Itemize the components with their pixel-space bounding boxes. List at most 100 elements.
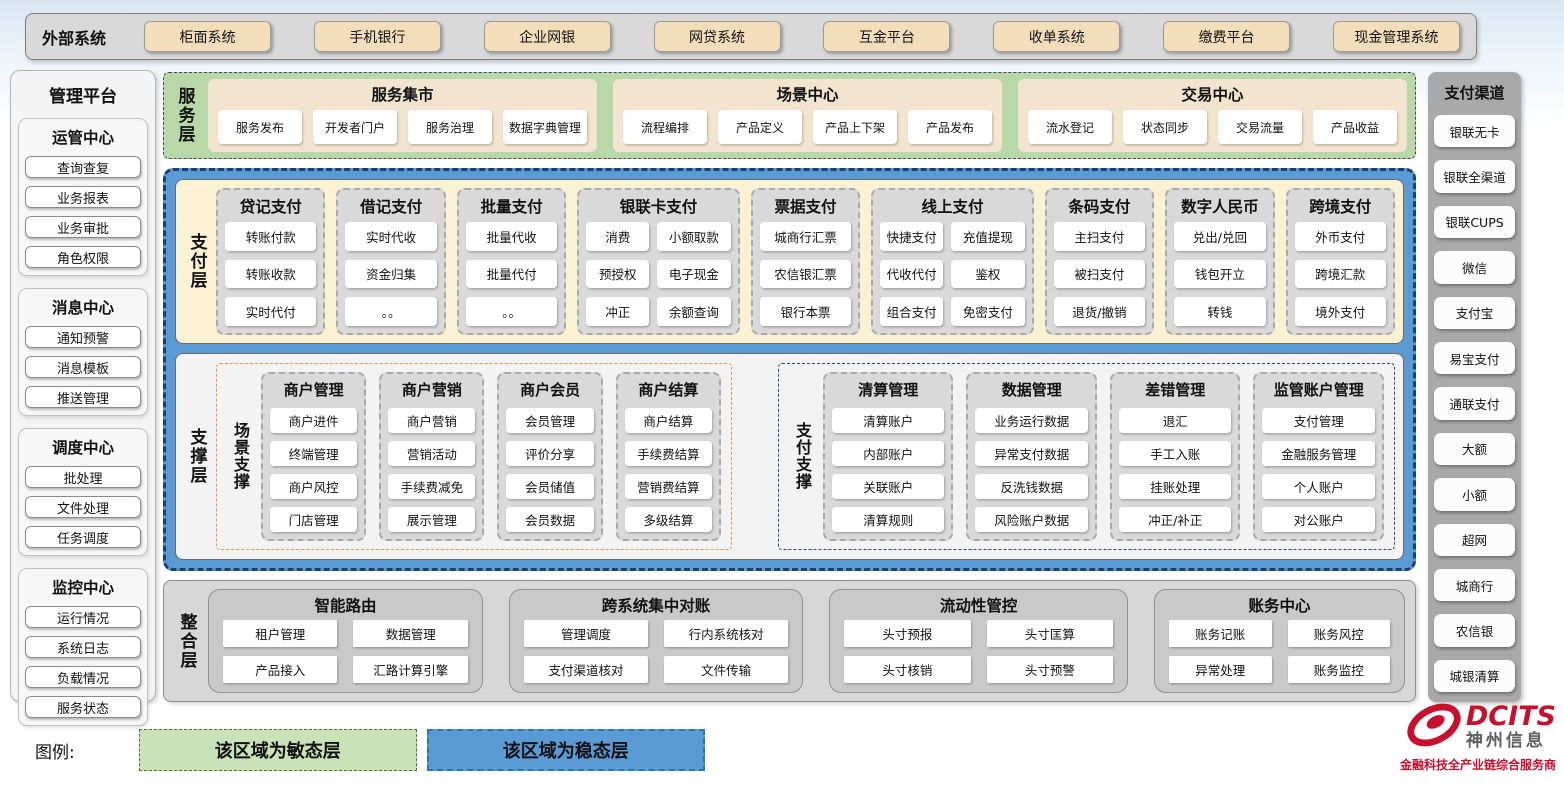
service-item-box: 流程编排 [623, 110, 707, 144]
service-item-box: 产品定义 [718, 110, 802, 144]
legend-stable-layer-box: 该区域为稳态层 [427, 729, 705, 771]
support-item-box: 内部账户 [832, 441, 945, 466]
service-layer: 服务层 服务集市服务发布开发者门户服务治理数据字典管理场景中心流程编排产品定义产… [163, 72, 1416, 159]
management-item-box: 文件处理 [25, 496, 141, 518]
support-column: 商户管理商户进件终端管理商户风控门店管理 [261, 372, 366, 541]
support-column-title: 商户会员 [506, 379, 593, 400]
integration-item-box: 行内系统核对 [664, 620, 788, 647]
support-column: 商户营销商户营销营销活动手续费减免展示管理 [379, 372, 484, 541]
integration-layer-label: 整合层 [174, 589, 200, 693]
service-group-items: 流水登记状态同步交易流量产品收益 [1028, 110, 1397, 144]
integration-item-box: 支付渠道核对 [524, 656, 648, 683]
service-item-box: 服务治理 [408, 110, 492, 144]
payment-item-box: 农信银汇票 [760, 260, 851, 289]
service-item-box: 状态同步 [1123, 110, 1207, 144]
support-layer: 支撑层 场景支撑商户管理商户进件终端管理商户风控门店管理商户营销商户营销营销活动… [175, 353, 1404, 560]
management-group: 调度中心批处理文件处理任务调度 [18, 428, 148, 556]
integration-item-box: 头寸匡算 [987, 620, 1113, 647]
support-item-box: 冲正/补正 [1119, 507, 1232, 532]
service-item-box: 服务发布 [218, 110, 302, 144]
payment-item-box: 银行本票 [760, 297, 851, 326]
integration-item-box: 账务记账 [1169, 620, 1271, 647]
dcits-logo: DCITS 神州信息 金融科技全产业链综合服务商 [1361, 700, 1556, 773]
payment-column-items: 快捷支付充值提现代收代付鉴权组合支付免密支付 [880, 222, 1024, 326]
integration-group: 智能路由租户管理数据管理产品接入汇路计算引擎 [208, 589, 483, 693]
support-column: 清算管理清算账户内部账户关联账户清算规则 [823, 372, 954, 541]
integration-group-title: 智能路由 [223, 594, 468, 616]
payment-item-box: 。。 [345, 297, 436, 326]
integration-groups: 智能路由租户管理数据管理产品接入汇路计算引擎 跨系统集中对账管理调度行内系统核对支… [208, 589, 1405, 693]
management-group-title: 调度中心 [25, 436, 141, 458]
service-group-items: 服务发布开发者门户服务治理数据字典管理 [218, 110, 587, 144]
management-item-box: 推送管理 [25, 386, 141, 408]
support-group-label: 场景支撑 [227, 372, 253, 541]
support-item-box: 门店管理 [270, 507, 357, 532]
payment-column-items: 主扫支付被扫支付退货/撤销 [1054, 222, 1145, 326]
integration-group-items: 头寸预报头寸匡算头寸核销头寸预警 [844, 620, 1113, 683]
integration-group-title: 账务中心 [1169, 594, 1390, 616]
support-column-title: 清算管理 [832, 379, 945, 400]
support-group-columns: 商户管理商户进件终端管理商户风控门店管理商户营销商户营销营销活动手续费减免展示管… [261, 372, 721, 541]
dcits-swirl-icon [1405, 700, 1463, 754]
external-system-box: 网贷系统 [654, 21, 781, 52]
support-item-box: 商户风控 [270, 474, 357, 499]
payment-item-box: 退货/撤销 [1054, 297, 1145, 326]
integration-item-box: 异常处理 [1169, 656, 1271, 683]
support-item-box: 清算规则 [832, 507, 945, 532]
payment-item-box: 钱包开立 [1174, 260, 1265, 289]
payment-item-box: 跨境汇款 [1295, 260, 1386, 289]
payment-channel-box: 农信银 [1434, 614, 1515, 646]
payment-item-box: 转账付款 [225, 222, 316, 251]
support-column: 数据管理业务运行数据异常支付数据反洗钱数据风险账户数据 [966, 372, 1097, 541]
integration-group-items: 账务记账账务风控异常处理账务监控 [1169, 620, 1390, 683]
support-item-box: 关联账户 [832, 474, 945, 499]
support-item-box: 营销费结算 [625, 474, 712, 499]
support-item-box: 会员管理 [506, 408, 593, 433]
payment-channel-box: 支付宝 [1434, 297, 1515, 329]
external-system-box: 缴费平台 [1163, 21, 1290, 52]
payment-channel-box: 超网 [1434, 524, 1515, 556]
external-system-box: 手机银行 [314, 21, 441, 52]
management-group-title: 监控中心 [25, 576, 141, 598]
payment-item-box: 鉴权 [951, 260, 1025, 289]
payment-column-title: 数字人民币 [1174, 195, 1265, 217]
integration-item-box: 头寸核销 [844, 656, 970, 683]
integration-group-title: 跨系统集中对账 [524, 594, 788, 616]
payment-item-box: 境外支付 [1295, 297, 1386, 326]
external-system-box: 企业网银 [484, 21, 611, 52]
service-group-title: 场景中心 [623, 83, 992, 105]
payment-column: 条码支付主扫支付被扫支付退货/撤销 [1045, 188, 1154, 335]
management-group: 监控中心运行情况系统日志负载情况服务状态 [18, 568, 148, 726]
support-item-box: 反洗钱数据 [975, 474, 1088, 499]
management-group: 消息中心通知预警消息模板推送管理 [18, 288, 148, 416]
service-group: 场景中心流程编排产品定义产品上下架产品发布 [613, 79, 1002, 152]
payment-column-items: 实时代收资金归集。。 [345, 222, 436, 326]
service-group-title: 交易中心 [1028, 83, 1397, 105]
management-item-box: 通知预警 [25, 326, 141, 348]
payment-item-box: 预授权 [586, 260, 649, 289]
payment-channel-box: 城商行 [1434, 569, 1515, 601]
payment-item-box: 消费 [586, 222, 649, 251]
payment-item-box: 外币支付 [1295, 222, 1386, 251]
payment-column-items: 转账付款转账收款实时代付 [225, 222, 316, 326]
support-item-box: 评价分享 [506, 441, 593, 466]
service-layer-label: 服务层 [172, 79, 198, 152]
management-platform-title: 管理平台 [18, 82, 148, 107]
support-column-title: 差错管理 [1119, 379, 1232, 400]
payment-column: 数字人民币兑出/兑回钱包开立转钱 [1165, 188, 1274, 335]
payment-column-title: 银联卡支付 [586, 195, 730, 217]
support-column-title: 监管账户管理 [1262, 379, 1375, 400]
integration-item-box: 账务监控 [1288, 656, 1390, 683]
support-group: 场景支撑商户管理商户进件终端管理商户风控门店管理商户营销商户营销营销活动手续费减… [216, 363, 732, 550]
payment-item-box: 兑出/兑回 [1174, 222, 1265, 251]
support-item-box: 会员数据 [506, 507, 593, 532]
payment-architecture-diagram: 外部系统 柜面系统手机银行企业网银网贷系统互金平台收单系统缴费平台现金管理系统 … [0, 0, 1564, 800]
management-item-box: 任务调度 [25, 526, 141, 548]
payment-item-box: 冲正 [586, 297, 649, 326]
management-item-box: 运行情况 [25, 606, 141, 628]
integration-group-items: 管理调度行内系统核对支付渠道核对文件传输 [524, 620, 788, 683]
support-item-box: 业务运行数据 [975, 408, 1088, 433]
service-item-box: 开发者门户 [313, 110, 397, 144]
payment-item-box: 免密支付 [951, 297, 1025, 326]
support-group-label: 支付支撑 [789, 372, 815, 541]
